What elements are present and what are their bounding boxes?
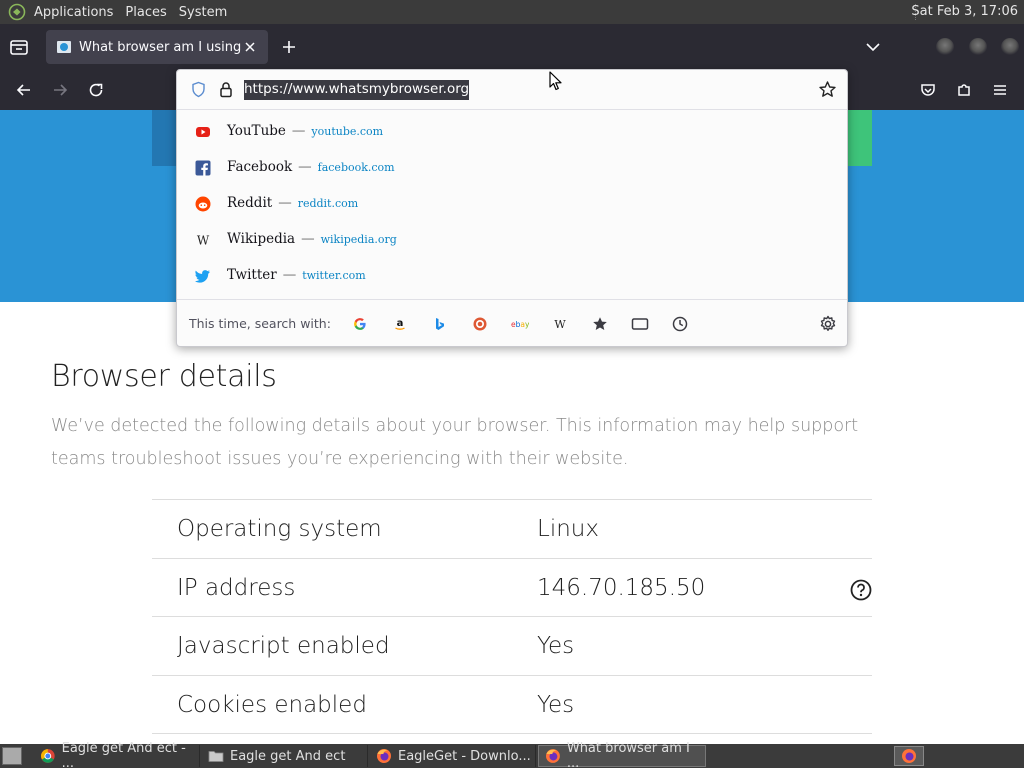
table-row: Javascript enabled Yes xyxy=(152,617,872,676)
close-tab-icon[interactable] xyxy=(242,39,258,55)
facebook-icon xyxy=(195,160,211,176)
table-row: IP address 146.70.185.50 xyxy=(152,559,872,617)
close-window-icon[interactable] xyxy=(1001,38,1019,56)
tab-strip: What browser am I using? xyxy=(0,24,1024,70)
one-off-search-bar: This time, search with: a ebay W xyxy=(177,299,847,347)
chrome-icon xyxy=(40,749,55,763)
help-question-icon[interactable] xyxy=(850,579,872,601)
suggestion-domain: wikipedia.org xyxy=(320,233,397,246)
history-clock-icon[interactable] xyxy=(671,315,689,333)
minimize-window-icon[interactable] xyxy=(936,38,954,56)
search-settings-gear-icon[interactable] xyxy=(819,315,837,333)
svg-text:W: W xyxy=(554,318,566,331)
row-value: Yes xyxy=(537,633,575,659)
tracking-protection-shield-icon[interactable] xyxy=(190,81,207,98)
wikipedia-search-icon[interactable]: W xyxy=(551,315,569,333)
maximize-window-icon[interactable] xyxy=(969,38,987,56)
row-label: Javascript enabled xyxy=(177,633,390,659)
list-all-tabs-chevron-icon[interactable] xyxy=(864,38,882,56)
bottom-taskbar: Eagle get And ect - ... Eagle get And ec… xyxy=(0,741,1024,768)
extensions-puzzle-icon[interactable] xyxy=(954,80,974,100)
suggestion-name: Facebook xyxy=(227,159,293,175)
urlbar-popup: https://www.whatsmybrowser.org YouTube — y… xyxy=(176,69,848,347)
suggestion-reddit[interactable]: Reddit — reddit.com xyxy=(177,187,847,223)
taskbar-item-label: EagleGet - Downlo... xyxy=(398,748,531,764)
hamburger-menu-icon[interactable] xyxy=(990,80,1010,100)
taskbar-item[interactable]: Eagle get And ect xyxy=(202,745,368,767)
taskbar-item-label: What browser am I ... xyxy=(566,741,690,768)
tray-firefox-icon[interactable] xyxy=(894,746,924,766)
page-title: Browser details xyxy=(51,359,277,394)
mouse-pointer-icon xyxy=(549,71,562,91)
firefox-icon xyxy=(377,749,391,763)
taskbar-item[interactable]: EagleGet - Downlo... xyxy=(370,745,536,767)
places-menu[interactable]: Places xyxy=(121,5,174,20)
new-tab-plus-icon[interactable] xyxy=(280,38,298,56)
taskbar-item-label: Eagle get And ect xyxy=(230,748,346,764)
search-with-label: This time, search with: xyxy=(189,316,331,331)
svg-text:ebay: ebay xyxy=(511,320,529,329)
row-label: Cookies enabled xyxy=(177,691,367,718)
table-row: Operating system Linux xyxy=(152,500,872,559)
firefox-view-icon[interactable] xyxy=(8,36,30,58)
urlbar-input-row[interactable]: https://www.whatsmybrowser.org xyxy=(177,70,847,110)
back-arrow-icon[interactable] xyxy=(14,80,34,100)
tab-title: What browser am I using? xyxy=(79,39,242,55)
svg-text:a: a xyxy=(397,318,404,329)
show-desktop-icon[interactable] xyxy=(2,747,22,765)
suggestion-facebook[interactable]: Facebook — facebook.com xyxy=(177,151,847,187)
suggestion-domain: youtube.com xyxy=(311,125,384,138)
suggestion-domain: reddit.com xyxy=(297,197,359,210)
suggestion-name: YouTube xyxy=(227,123,286,139)
row-value: Yes xyxy=(537,691,575,718)
clock[interactable]: Sat Feb 3, 17:06 xyxy=(911,4,1018,19)
top-panel: Applications Places System Sat Feb 3, 17… xyxy=(0,0,1024,24)
firefox-icon xyxy=(545,749,560,763)
suggestion-twitter[interactable]: Twitter — twitter.com xyxy=(177,259,847,295)
reload-icon[interactable] xyxy=(86,80,106,100)
wikipedia-icon: W xyxy=(197,234,210,248)
lock-icon[interactable] xyxy=(218,81,234,98)
suggestion-name: Wikipedia xyxy=(227,231,296,247)
system-menu[interactable]: System xyxy=(175,5,235,20)
row-label: Operating system xyxy=(177,516,382,542)
svg-text:W: W xyxy=(197,234,210,248)
bookmarks-star-icon[interactable] xyxy=(591,315,609,333)
url-input[interactable]: https://www.whatsmybrowser.org xyxy=(244,80,470,100)
table-row: Cookies enabled Yes xyxy=(152,676,872,734)
amazon-icon[interactable]: a xyxy=(391,315,409,333)
suggestion-domain: twitter.com xyxy=(302,269,366,282)
suggestion-name: Reddit xyxy=(227,195,273,211)
folder-icon xyxy=(208,751,224,762)
twitter-icon xyxy=(195,270,210,283)
taskbar-item-label: Eagle get And ect - ... xyxy=(61,741,186,768)
forward-arrow-icon[interactable] xyxy=(50,80,70,100)
taskbar-item[interactable]: Eagle get And ect - ... xyxy=(34,741,200,768)
suggestion-name: Twitter xyxy=(227,267,277,283)
tabs-icon[interactable] xyxy=(631,315,649,333)
url-text: https://www.whatsmybrowser.org xyxy=(244,81,470,97)
browser-details-table: Operating system Linux IP address 146.70… xyxy=(152,499,872,734)
ebay-icon[interactable]: ebay xyxy=(511,315,529,333)
google-icon[interactable] xyxy=(351,315,369,333)
pocket-icon[interactable] xyxy=(918,80,938,100)
youtube-icon xyxy=(196,127,210,137)
reddit-icon xyxy=(195,196,211,212)
row-value: 146.70.185.50 xyxy=(537,574,706,601)
row-label: IP address xyxy=(177,574,296,601)
taskbar-item-active[interactable]: What browser am I ... xyxy=(538,741,706,768)
bing-icon[interactable] xyxy=(431,315,449,333)
distro-logo-icon[interactable] xyxy=(8,3,26,21)
suggestion-wikipedia[interactable]: W Wikipedia — wikipedia.org xyxy=(177,223,847,259)
suggestion-domain: facebook.com xyxy=(317,161,395,174)
applications-menu[interactable]: Applications xyxy=(30,5,121,20)
bookmark-star-icon[interactable] xyxy=(818,80,837,99)
suggestion-youtube[interactable]: YouTube — youtube.com xyxy=(177,115,847,151)
page-intro-text: We’ve detected the following details abo… xyxy=(51,416,859,469)
tab-active[interactable]: What browser am I using? xyxy=(46,30,268,64)
row-value: Linux xyxy=(537,516,599,542)
site-favicon-icon xyxy=(57,41,71,53)
duckduckgo-icon[interactable] xyxy=(471,315,489,333)
